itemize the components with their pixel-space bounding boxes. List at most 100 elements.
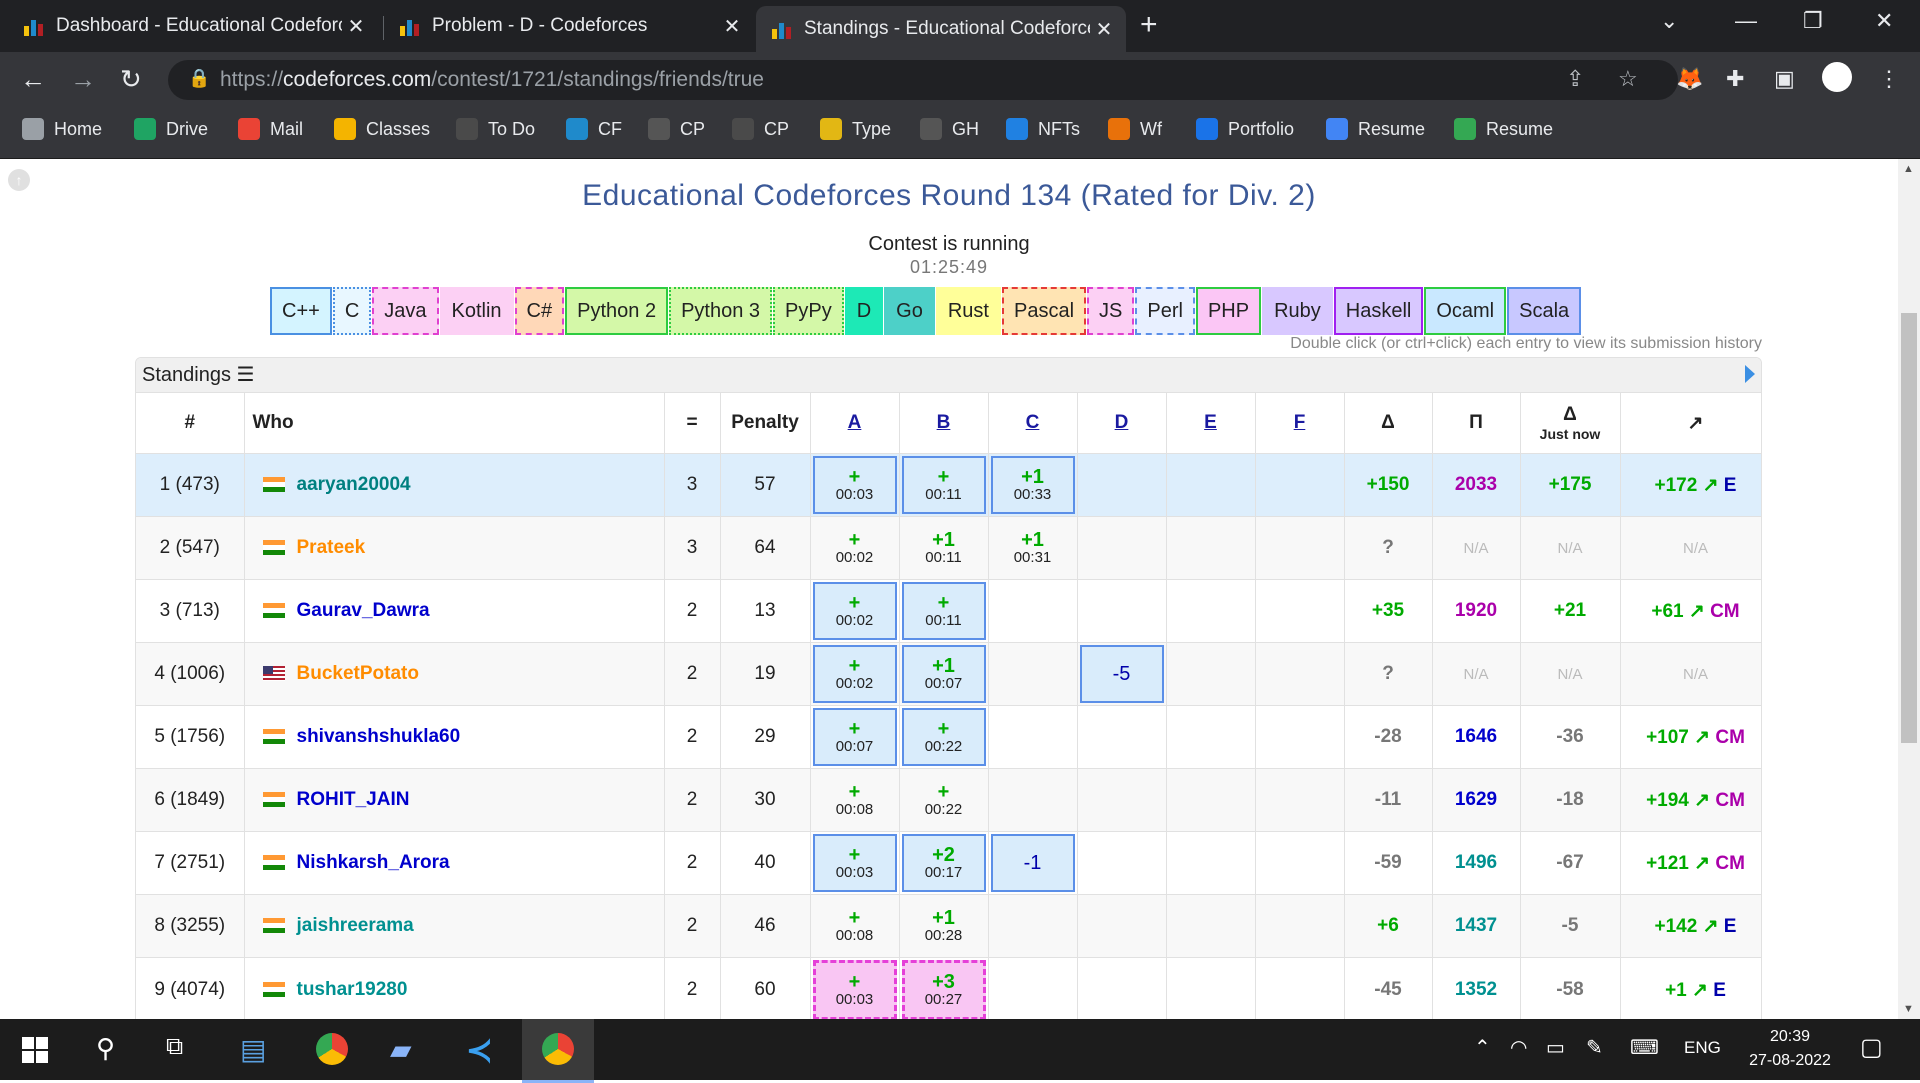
table-row[interactable]: 4 (1006) BucketPotato 2 19 +00:02 +1 00:07 -5? N… bbox=[136, 642, 1761, 706]
vscode-icon[interactable]: ≺ bbox=[466, 1031, 493, 1069]
problem-cell[interactable]: +00:03 bbox=[810, 957, 900, 1019]
star-icon[interactable]: ☆ bbox=[1618, 66, 1638, 92]
language-c-[interactable]: C# bbox=[514, 287, 565, 335]
submission-cell[interactable]: +00:22 bbox=[901, 708, 986, 766]
scroll-down-icon[interactable]: ▼ bbox=[1903, 1003, 1914, 1015]
table-row[interactable]: 5 (1756) shivanshshukla60 2 29 +00:07 +00:22 -… bbox=[136, 705, 1761, 769]
bookmark-gh[interactable]: GH bbox=[920, 118, 979, 140]
table-row[interactable]: 3 (713) Gaurav_Dawra 2 13 +00:02 +00:11 +35 192… bbox=[136, 579, 1761, 643]
language-go[interactable]: Go bbox=[884, 287, 935, 335]
keyboard-icon[interactable]: ⌨ bbox=[1630, 1035, 1659, 1060]
submission-cell[interactable]: +1 00:28 bbox=[902, 897, 986, 955]
problem-cell[interactable]: +00:11 bbox=[899, 453, 989, 517]
handle-link[interactable]: Prateek bbox=[297, 537, 366, 558]
bookmark-nfts[interactable]: NFTs bbox=[1006, 118, 1080, 140]
problem-cell[interactable]: +00:02 bbox=[810, 516, 900, 580]
scroll-up-icon[interactable]: ▲ bbox=[1903, 163, 1914, 175]
problem-b-link[interactable]: B bbox=[899, 393, 989, 454]
search-icon[interactable]: ⚲ bbox=[96, 1033, 115, 1064]
bookmark-cp[interactable]: CP bbox=[732, 118, 789, 140]
problem-cell[interactable]: -5 bbox=[1077, 642, 1167, 706]
sidepanel-icon[interactable]: ▣ bbox=[1774, 66, 1795, 92]
reload-icon[interactable]: ↻ bbox=[120, 64, 142, 95]
url-text[interactable]: https://codeforces.com/contest/1721/stan… bbox=[220, 68, 764, 92]
bookmark-type[interactable]: Type bbox=[820, 118, 891, 140]
minimize-icon[interactable]: — bbox=[1735, 8, 1757, 34]
problem-a-link[interactable]: A bbox=[810, 393, 900, 454]
submission-cell[interactable]: +00:02 bbox=[813, 519, 897, 577]
submission-cell[interactable]: +00:22 bbox=[902, 771, 986, 829]
problem-cell[interactable]: +00:22 bbox=[899, 768, 989, 832]
bookmark-drive[interactable]: Drive bbox=[134, 118, 208, 140]
tab-search-icon[interactable]: ⌄ bbox=[1660, 8, 1678, 34]
handle-link[interactable]: tushar19280 bbox=[297, 979, 408, 1000]
language-pascal[interactable]: Pascal bbox=[1001, 287, 1087, 335]
submission-cell[interactable]: +00:03 bbox=[812, 456, 897, 514]
language-perl[interactable]: Perl bbox=[1135, 287, 1195, 335]
avatar[interactable] bbox=[1822, 62, 1852, 92]
problem-cell[interactable]: +00:02 bbox=[810, 579, 900, 643]
bookmark-portfolio[interactable]: Portfolio bbox=[1196, 118, 1294, 140]
tray-chevron-icon[interactable]: ⌃ bbox=[1474, 1035, 1491, 1060]
problem-cell[interactable]: +00:08 bbox=[810, 894, 900, 958]
submission-cell[interactable]: +00:08 bbox=[813, 771, 897, 829]
forward-icon[interactable]: → bbox=[70, 64, 96, 95]
table-row[interactable]: 7 (2751) Nishkarsh_Arora 2 40 +00:03 +2 00:17-… bbox=[136, 831, 1761, 895]
problem-cell[interactable]: +1 00:33 bbox=[988, 453, 1078, 517]
share-icon[interactable]: ⇪ bbox=[1566, 66, 1584, 92]
language-scala[interactable]: Scala bbox=[1507, 287, 1582, 335]
language-indicator[interactable]: ENG bbox=[1684, 1038, 1721, 1058]
bookmark-wf[interactable]: Wf bbox=[1108, 118, 1162, 140]
submission-cell[interactable]: +00:11 bbox=[901, 456, 986, 514]
bookmark-classes[interactable]: Classes bbox=[334, 118, 430, 140]
language-python-2[interactable]: Python 2 bbox=[565, 287, 669, 335]
page-scrollbar[interactable]: ▲ ▼ bbox=[1898, 159, 1920, 1019]
problem-cell[interactable]: +00:03 bbox=[810, 453, 900, 517]
tab-standings[interactable]: Standings - Educational Codeforces ✕ bbox=[756, 6, 1126, 52]
language-c[interactable]: C bbox=[332, 287, 372, 335]
handle-link[interactable]: jaishreerama bbox=[297, 915, 414, 936]
problem-cell[interactable]: +00:07 bbox=[810, 705, 900, 769]
table-row[interactable]: 2 (547) Prateek 3 64 +00:02 +1 00:11 +1 00:31? N/… bbox=[136, 516, 1761, 580]
task-view-icon[interactable]: ⧉ bbox=[166, 1033, 183, 1061]
language-python-3[interactable]: Python 3 bbox=[669, 287, 773, 335]
bookmark-home[interactable]: Home bbox=[22, 118, 102, 140]
submission-cell[interactable]: -5 bbox=[1079, 645, 1164, 703]
problem-cell[interactable]: -1 bbox=[988, 831, 1078, 895]
handle-link[interactable]: shivanshshukla60 bbox=[297, 726, 461, 747]
problem-cell[interactable]: +3 00:27 bbox=[899, 957, 989, 1019]
handle-link[interactable]: Gaurav_Dawra bbox=[297, 600, 430, 621]
tab-problem-d[interactable]: Problem - D - Codeforces ✕ bbox=[384, 6, 754, 46]
language-pypy[interactable]: PyPy bbox=[773, 287, 844, 335]
submission-cell[interactable]: +1 00:33 bbox=[990, 456, 1075, 514]
problem-f-link[interactable]: F bbox=[1255, 393, 1345, 454]
submission-cell[interactable]: +00:02 bbox=[812, 645, 897, 703]
windows-start-icon[interactable] bbox=[22, 1037, 48, 1063]
battery-icon[interactable]: ▭ bbox=[1546, 1035, 1565, 1060]
language-kotlin[interactable]: Kotlin bbox=[439, 287, 514, 335]
language-js[interactable]: JS bbox=[1087, 287, 1135, 335]
submission-cell[interactable]: +00:02 bbox=[812, 582, 897, 640]
language-ocaml[interactable]: Ocaml bbox=[1424, 287, 1507, 335]
table-row[interactable]: 8 (3255) jaishreerama 2 46 +00:08 +1 00:28 +6 14… bbox=[136, 894, 1761, 958]
bookmark-cp[interactable]: CP bbox=[648, 118, 705, 140]
close-window-icon[interactable]: ✕ bbox=[1875, 8, 1893, 34]
problem-c-link[interactable]: C bbox=[988, 393, 1078, 454]
submission-cell[interactable]: +3 00:27 bbox=[901, 960, 986, 1019]
extensions-icon[interactable]: ✚ bbox=[1726, 66, 1744, 92]
close-tab-icon[interactable]: ✕ bbox=[718, 14, 746, 39]
handle-link[interactable]: ROHIT_JAIN bbox=[297, 789, 410, 810]
bookmark-mail[interactable]: Mail bbox=[238, 118, 303, 140]
chrome-icon[interactable] bbox=[316, 1033, 348, 1065]
submission-cell[interactable]: +2 00:17 bbox=[901, 834, 986, 892]
clock[interactable]: 20:39 27-08-2022 bbox=[1740, 1025, 1840, 1073]
expand-arrow-icon[interactable] bbox=[1745, 365, 1755, 383]
close-tab-icon[interactable]: ✕ bbox=[1090, 17, 1118, 42]
language-d[interactable]: D bbox=[844, 287, 884, 335]
problem-cell[interactable]: +1 00:28 bbox=[899, 894, 989, 958]
table-row[interactable]: 9 (4074) tushar19280 2 60 +00:03 +3 00:27 -45 13… bbox=[136, 957, 1761, 1019]
problem-e-link[interactable]: E bbox=[1166, 393, 1256, 454]
pen-icon[interactable]: ✎ bbox=[1586, 1035, 1603, 1060]
handle-link[interactable]: Nishkarsh_Arora bbox=[297, 852, 450, 873]
problem-cell[interactable]: +2 00:17 bbox=[899, 831, 989, 895]
